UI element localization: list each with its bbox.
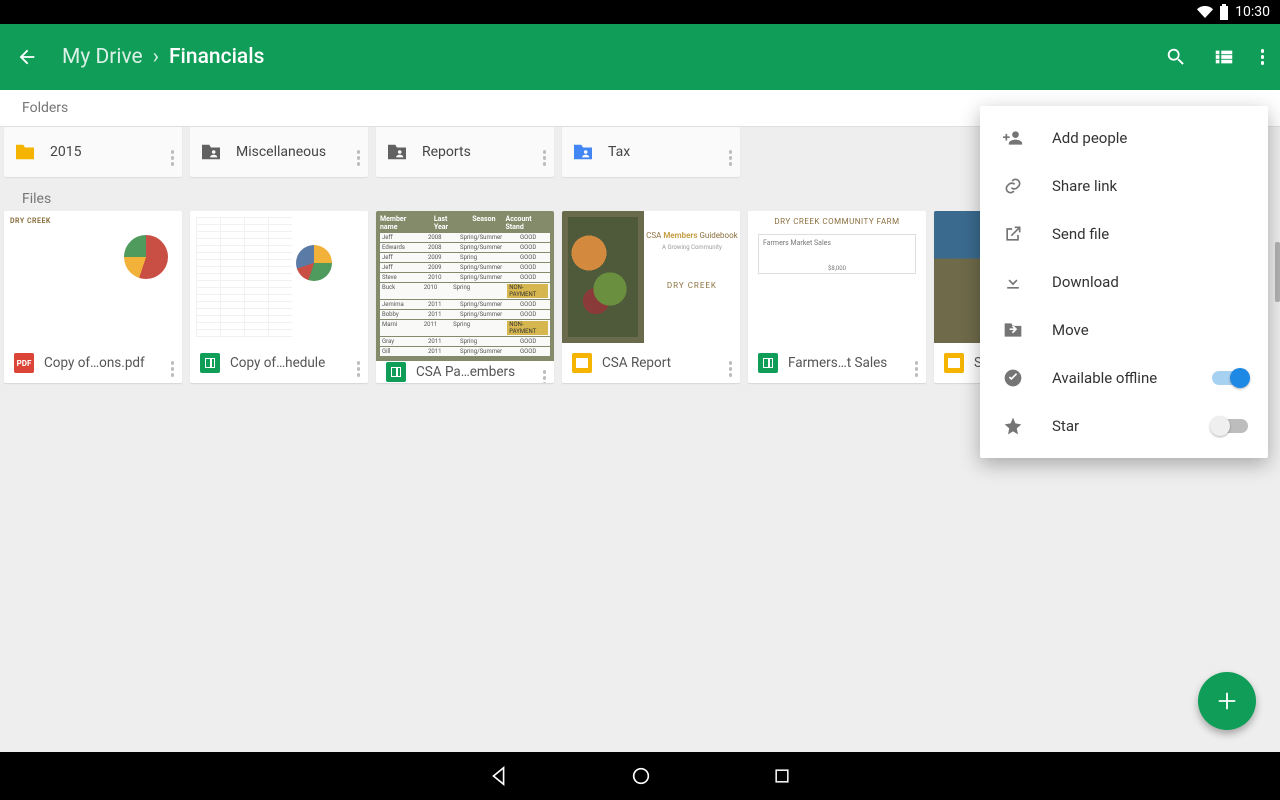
menu-send-file[interactable]: Send file — [980, 210, 1268, 258]
nav-back[interactable] — [488, 765, 510, 787]
person-add-icon — [1000, 128, 1026, 148]
sheets-icon — [758, 353, 778, 373]
menu-add-people[interactable]: Add people — [980, 114, 1268, 162]
file-overflow[interactable] — [729, 350, 733, 377]
nav-home[interactable] — [630, 765, 652, 787]
folder-shared-icon — [572, 143, 594, 161]
file-thumbnail: Member nameLast YearSeasonAccount Stand … — [376, 211, 554, 361]
overflow-button[interactable] — [1261, 49, 1265, 65]
folder-shared-icon — [386, 143, 408, 161]
folder-overflow[interactable] — [729, 139, 733, 166]
sheets-icon — [200, 353, 220, 373]
folder-overflow[interactable] — [171, 139, 175, 166]
back-button[interactable] — [16, 46, 38, 68]
sheets-icon — [386, 362, 406, 382]
folder-tax[interactable]: Tax — [562, 127, 740, 177]
slides-icon — [572, 353, 592, 373]
search-icon — [1165, 46, 1187, 68]
arrow-back-icon — [16, 46, 38, 68]
fab-create[interactable] — [1198, 672, 1256, 730]
folder-miscellaneous[interactable]: Miscellaneous — [190, 127, 368, 177]
download-icon — [1000, 272, 1026, 292]
file-thumbnail: DRY CREEK COMMUNITY FARM Farmers Market … — [748, 211, 926, 343]
file-card[interactable]: CSA Members Guidebook A Growing Communit… — [562, 211, 740, 383]
folder-shared-icon — [200, 143, 222, 161]
menu-move[interactable]: Move — [980, 306, 1268, 354]
android-status-bar: 10:30 — [0, 0, 1280, 24]
file-card[interactable]: Member nameLast YearSeasonAccount Stand … — [376, 211, 554, 383]
menu-download[interactable]: Download — [980, 258, 1268, 306]
slides-icon — [944, 353, 964, 373]
file-card[interactable]: DRY CREEK PDF Copy of…ons.pdf — [4, 211, 182, 383]
file-overflow[interactable] — [915, 350, 919, 377]
menu-share-link[interactable]: Share link — [980, 162, 1268, 210]
nav-recent[interactable] — [772, 766, 792, 786]
file-overflow[interactable] — [171, 350, 175, 377]
plus-icon — [1216, 690, 1238, 712]
menu-available-offline[interactable]: Available offline — [980, 354, 1268, 402]
status-time: 10:30 — [1235, 4, 1270, 20]
star-icon — [1000, 416, 1026, 436]
menu-star[interactable]: Star — [980, 402, 1268, 450]
search-button[interactable] — [1165, 46, 1187, 68]
folder-reports[interactable]: Reports — [376, 127, 554, 177]
file-overflow[interactable] — [357, 350, 361, 377]
battery-icon — [1219, 4, 1229, 20]
view-list-icon — [1213, 46, 1235, 68]
link-icon — [1000, 176, 1026, 196]
toggle-offline[interactable] — [1212, 371, 1248, 385]
pdf-icon: PDF — [14, 353, 34, 373]
file-thumbnail — [190, 211, 368, 343]
breadcrumb-current: Financials — [169, 45, 264, 69]
wifi-icon — [1197, 4, 1213, 20]
open-external-icon — [1000, 224, 1026, 244]
folder-2015[interactable]: 2015 — [4, 127, 182, 177]
folder-overflow[interactable] — [357, 139, 361, 166]
file-thumbnail: DRY CREEK — [4, 211, 182, 343]
more-vert-icon — [1261, 49, 1265, 65]
view-list-button[interactable] — [1213, 46, 1235, 68]
context-menu: Add people Share link Send file Download… — [980, 106, 1268, 458]
file-thumbnail: CSA Members Guidebook A Growing Communit… — [562, 211, 740, 343]
breadcrumb-root[interactable]: My Drive — [62, 45, 143, 69]
android-nav-bar — [0, 752, 1280, 800]
chevron-right-icon: › — [153, 45, 159, 69]
file-card[interactable]: DRY CREEK COMMUNITY FARM Farmers Market … — [748, 211, 926, 383]
offline-icon — [1000, 368, 1026, 388]
file-overflow[interactable] — [543, 359, 547, 384]
scrollbar[interactable] — [1275, 242, 1280, 302]
folder-icon — [14, 143, 36, 161]
toggle-star[interactable] — [1212, 419, 1248, 433]
folder-overflow[interactable] — [543, 139, 547, 166]
breadcrumb: My Drive › Financials — [62, 45, 1165, 69]
file-card[interactable]: Copy of…hedule — [190, 211, 368, 383]
app-bar: My Drive › Financials — [0, 24, 1280, 90]
move-icon — [1000, 320, 1026, 340]
